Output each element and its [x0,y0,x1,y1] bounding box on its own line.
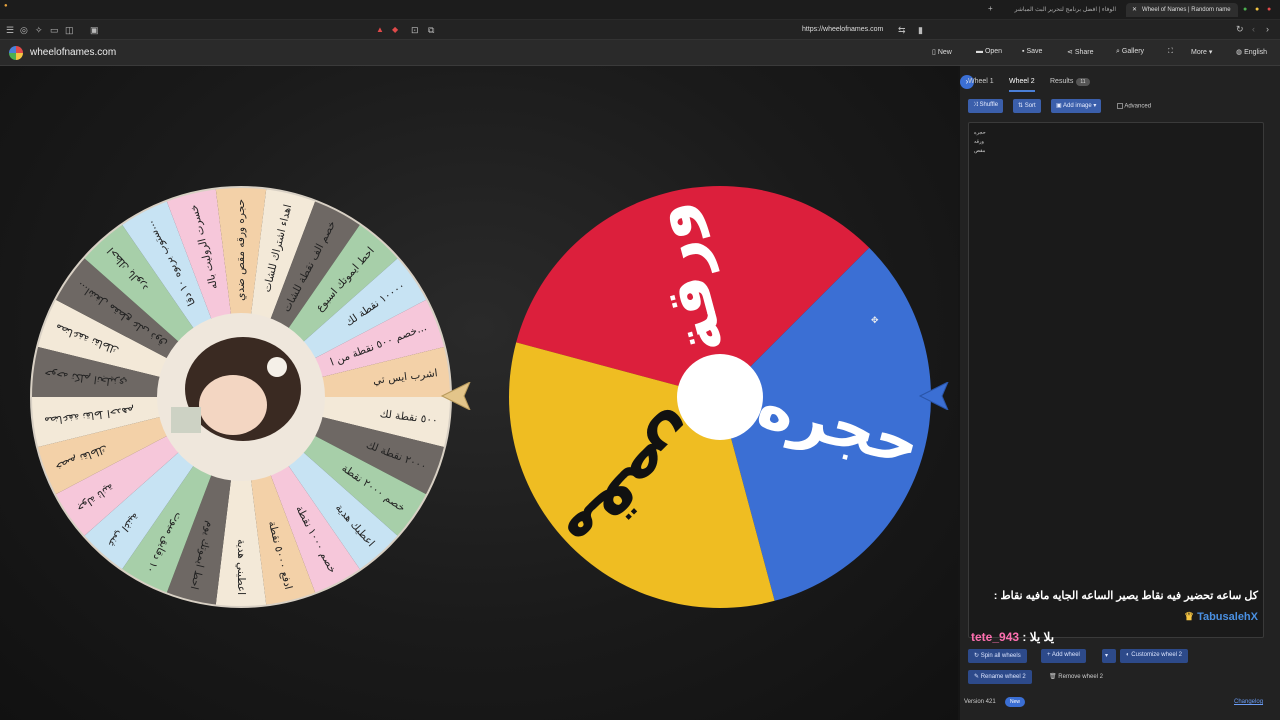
tab-wheel-1[interactable]: Wheel 1 [968,78,994,85]
bookmark-icon[interactable]: ▮ [918,26,923,35]
folder-icon: ▬ [976,48,983,55]
wheel-2-pointer [918,382,949,410]
reader-icon[interactable]: ▣ [90,26,99,35]
reload-icon[interactable]: ↻ [1236,25,1244,34]
lock-icon[interactable]: ⊡ [411,26,419,35]
chevron-down-icon: ▾ [1093,103,1097,109]
spin-all-button[interactable]: ↻ Spin all wheels [968,649,1027,663]
tab-close-icon[interactable]: ✕ [1132,7,1137,13]
tab-icon[interactable]: ▭ [50,26,59,35]
plus-icon: + [1047,652,1051,658]
image-icon: ▣ [1056,103,1062,109]
trash-icon: 🗑 [1049,674,1057,680]
sort-button[interactable]: ⇅ Sort [1013,99,1041,113]
browser-url-bar: ☰ ◎ ✧ ▭ ◫ ▣ ▲ ◆ ⊡ ⧉ https://wheelofnames… [0,20,1280,40]
pencil-icon: ✎ [974,674,980,680]
window-max-icon[interactable]: ● [1243,6,1247,13]
translate-icon[interactable]: ⧉ [428,26,434,35]
fullscreen-button[interactable]: ⛶ [1168,48,1173,56]
add-wheel-dropdown[interactable]: ▾ [1102,649,1116,663]
customize-wheel-button[interactable]: ◐ Customize wheel 2 [1120,649,1188,663]
remove-wheel-button[interactable]: 🗑 Remove wheel 2 [1049,673,1103,680]
new-tab-icon[interactable]: + [988,5,993,13]
sort-icon: ⇅ [1018,103,1024,109]
avatar-bow [267,357,287,377]
forward-icon[interactable]: › [1266,25,1269,34]
crown-icon: ♛ [1184,611,1194,623]
search-icon: ⌕ [1116,48,1120,55]
adblock-icon[interactable]: ◆ [392,26,398,34]
changelog-link[interactable]: Changelog [1234,699,1263,705]
avatar-hand [171,407,201,433]
advanced-checkbox[interactable]: Advanced [1117,103,1151,110]
window-dot-icon: ● [4,3,8,9]
checkbox-icon [1117,103,1123,109]
sidebar-toggle-icon[interactable]: ☰ [6,26,14,35]
wheel-1[interactable]: مضاعفة نقاطكاشغل مقطع على ذوق... احظك بال… [29,185,453,609]
file-icon: ▯ [932,49,936,56]
chevron-down-icon: ▾ [1105,653,1109,659]
back-icon[interactable]: ‹ [1252,25,1255,34]
brave-shield-icon[interactable]: ▲ [376,26,384,34]
sidebar-tabs: › Wheel 1 Wheel 2 Results 11 [960,74,1280,92]
wheel-2[interactable]: ورقةحجرهمقص [508,185,932,609]
refresh-icon: ↻ [974,653,980,659]
wheel-1-segment-label: اعطيني هدية [235,539,247,595]
shuffle-icon: ⤨ [973,102,978,108]
new-button[interactable]: ▯ New [932,48,952,56]
more-button[interactable]: More ▾ [1191,48,1212,56]
split-icon[interactable]: ◫ [65,26,74,35]
cursor-icon: ✥ [871,315,879,325]
wheel-1-segment-label: حجره ورقه مقص ضدي [235,199,247,301]
rename-wheel-button[interactable]: ✎ Rename wheel 2 [968,670,1032,684]
version-text: Version 421 [964,699,996,705]
window-min-icon[interactable]: ● [1255,6,1259,13]
wheel-1-pointer [440,382,471,410]
tab-results[interactable]: Results 11 [1050,78,1090,86]
logo-text[interactable]: wheelofnames.com [30,47,116,58]
chevron-down-icon: ▾ [1208,49,1213,56]
entry-item: مقص [974,148,986,154]
chat-username: tete_943 [971,630,1020,644]
add-image-button[interactable]: ▣ Add image ▾ [1051,99,1102,113]
browser-tab-bar: ● + الوفاء | افضل برنامج لتحرير البث الم… [0,0,1280,20]
save-icon: ▪ [1022,48,1025,55]
entry-item: ورقه [974,139,984,145]
entry-item: حجره [974,130,986,136]
results-count-badge: 11 [1076,78,1090,86]
chat-username: TabusalehX [1197,611,1258,623]
site-settings-icon[interactable]: ⇆ [898,26,906,35]
url-text[interactable]: https://wheelofnames.com [802,26,883,33]
new-badge: New [1005,697,1026,707]
gallery-button[interactable]: ⌕ Gallery [1116,48,1144,56]
add-wheel-button[interactable]: + Add wheel [1041,649,1086,663]
window-close-icon[interactable]: ● [1267,6,1271,13]
logo-icon[interactable] [9,46,23,60]
palette-icon: ◐ [1126,652,1130,658]
browser-tab-2[interactable]: ✕ Wheel of Names | Random name [1126,3,1238,17]
history-icon[interactable]: ◎ [20,26,28,35]
chat-overlay: كل ساعه تحضير فيه نقاط يصير الساعه الجاي… [968,586,1258,644]
tab-label: Wheel of Names | Random name [1142,7,1231,13]
tab-wheel-2[interactable]: Wheel 2 [1009,78,1035,92]
globe-icon: ◍ [1236,49,1243,56]
open-button[interactable]: ▬ Open [976,48,1002,55]
wheel-stage: مضاعفة نقاطك اشغل مقطع على ذوق... احظك بال… [0,66,958,720]
browser-tab-1[interactable]: الوفاء | افضل برنامج لتحرير البث المباشر [1010,3,1122,17]
shuffle-button[interactable]: ⤨ Shuffle [968,99,1004,113]
chat-message-1: كل ساعه تحضير فيه نقاط يصير الساعه الجاي… [993,590,1258,623]
extensions-icon[interactable]: ✧ [35,26,43,35]
wheel-2-center [677,354,763,440]
avatar-face [199,375,267,435]
entries-textarea[interactable]: حجره ورقه مقص [968,122,1264,638]
share-icon: ⋖ [1067,49,1073,56]
fullscreen-icon: ⛶ [1168,48,1173,55]
chat-message-2: tete_943 : يلا يلا [971,630,1055,644]
share-button[interactable]: ⋖ Share [1067,48,1094,56]
save-button[interactable]: ▪ Save [1022,48,1042,55]
language-button[interactable]: ◍ English [1236,48,1267,56]
app-header: wheelofnames.com ▯ New ▬ Open ▪ Save ⋖ S… [0,40,1280,66]
